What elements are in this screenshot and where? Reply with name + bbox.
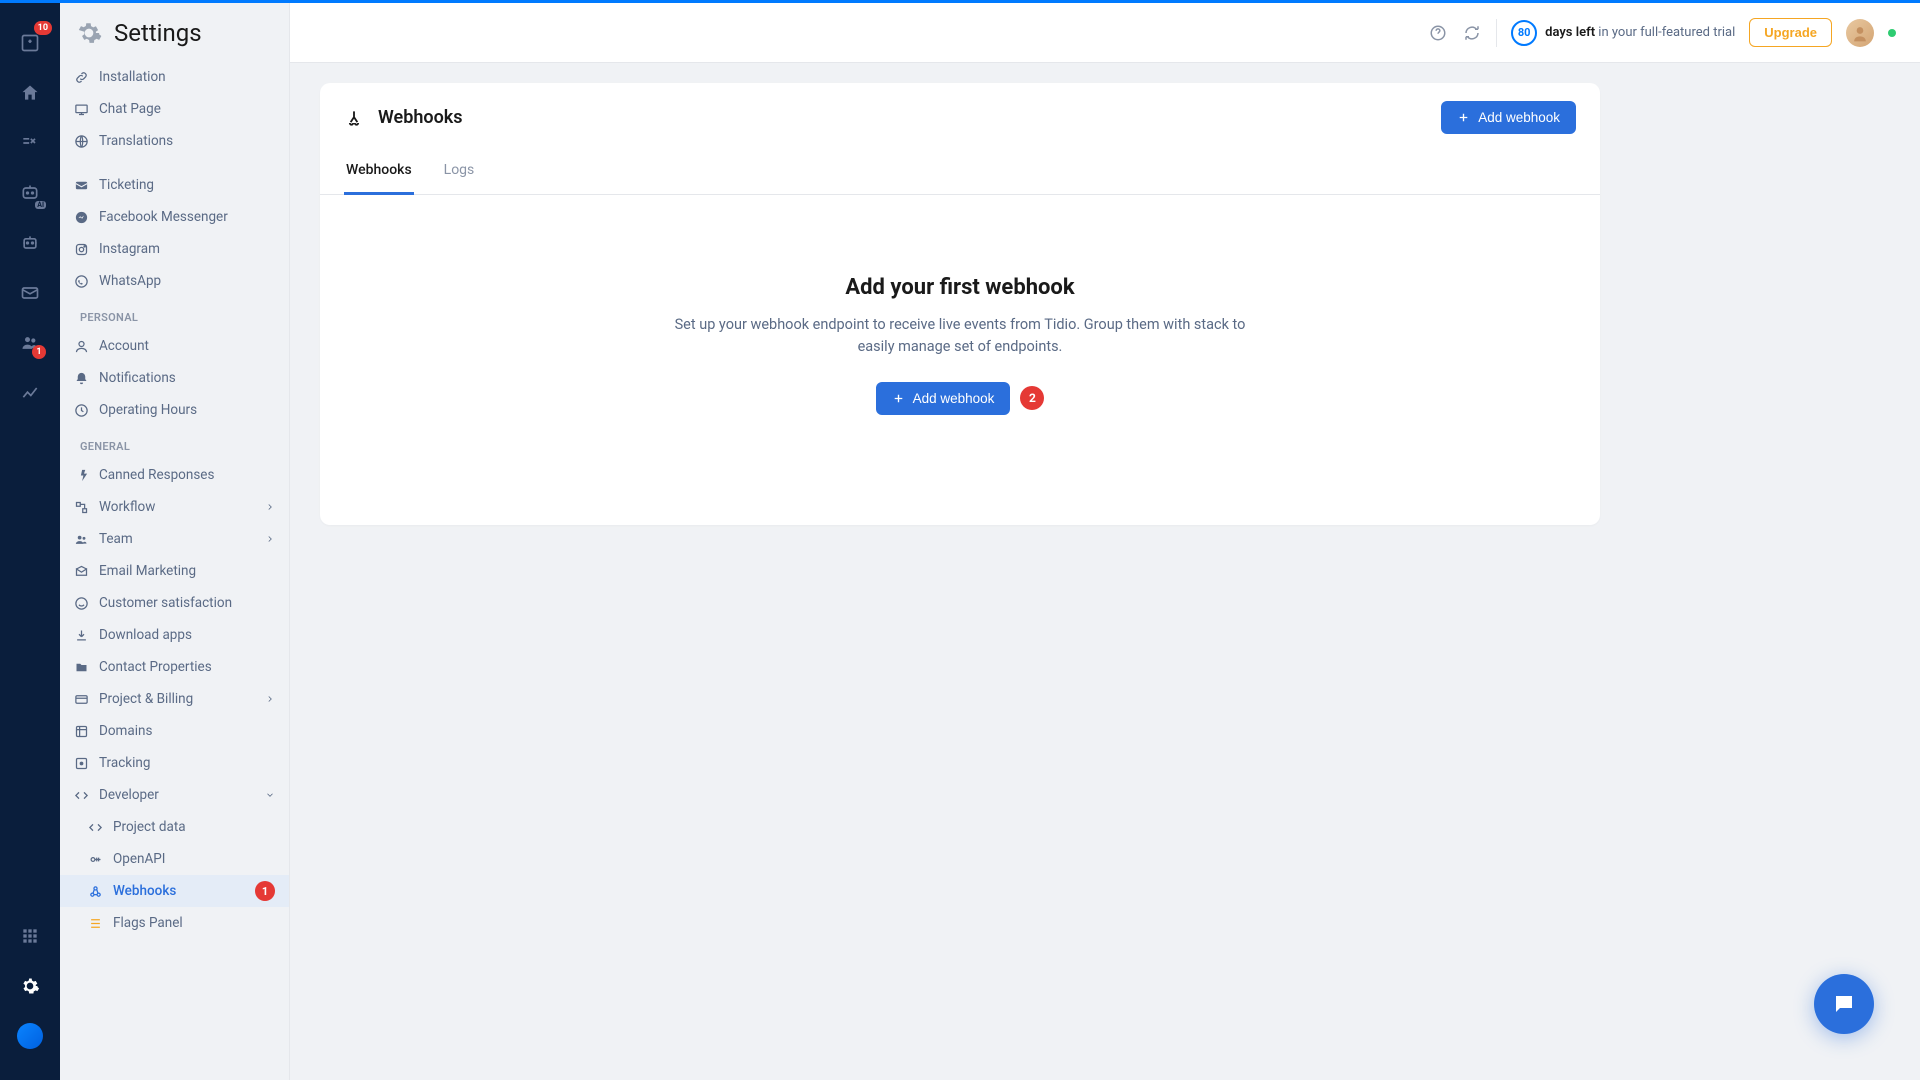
rail-bot-icon[interactable] <box>10 223 50 263</box>
tab-logs[interactable]: Logs <box>442 152 477 195</box>
rail-settings-icon[interactable] <box>10 966 50 1006</box>
rail-chatbot-icon[interactable]: AI <box>10 173 50 213</box>
rail-analytics-icon[interactable] <box>10 373 50 413</box>
sidebar-item-instagram[interactable]: Instagram <box>60 233 289 265</box>
chevron-right-icon <box>265 502 275 512</box>
empty-state: Add your first webhook Set up your webho… <box>320 195 1600 525</box>
sidebar-item-csat[interactable]: Customer satisfaction <box>60 587 289 619</box>
sidebar-item-messenger[interactable]: Facebook Messenger <box>60 201 289 233</box>
card-title: Webhooks <box>378 107 463 128</box>
rail-home-icon[interactable] <box>10 73 50 113</box>
sidebar-item-project-data[interactable]: Project data <box>60 811 289 843</box>
icon-rail: 10 AI 1 <box>0 3 60 1080</box>
chevron-right-icon <box>265 534 275 544</box>
sidebar-item-developer[interactable]: Developer <box>60 779 289 811</box>
webhook-icon <box>344 108 364 128</box>
add-webhook-header-button[interactable]: Add webhook <box>1441 101 1576 134</box>
help-icon[interactable] <box>1428 23 1448 43</box>
sidebar-item-tracking[interactable]: Tracking <box>60 747 289 779</box>
topbar: 80 days left in your full-featured trial… <box>290 3 1920 63</box>
step-badge-2: 2 <box>1020 386 1044 410</box>
chevron-down-icon <box>265 790 275 800</box>
chat-fab[interactable] <box>1814 974 1874 1034</box>
sidebar-item-notifications[interactable]: Notifications <box>60 362 289 394</box>
rail-apps-icon[interactable] <box>10 916 50 956</box>
sidebar-item-canned[interactable]: Canned Responses <box>60 459 289 491</box>
settings-sidebar: Settings Installation Chat Page Translat… <box>60 3 290 1080</box>
rail-inbox-icon[interactable]: 10 <box>10 23 50 63</box>
rail-inbox-badge: 10 <box>34 21 52 35</box>
sidebar-item-chat-page[interactable]: Chat Page <box>60 93 289 125</box>
sidebar-item-ticketing[interactable]: Ticketing <box>60 169 289 201</box>
sidebar-item-contact-props[interactable]: Contact Properties <box>60 651 289 683</box>
chevron-right-icon <box>265 694 275 704</box>
tab-webhooks[interactable]: Webhooks <box>344 152 414 195</box>
section-general-label: GENERAL <box>60 426 289 459</box>
webhooks-card: Webhooks Add webhook Webhooks Logs Add y… <box>320 83 1600 525</box>
sidebar-item-team[interactable]: Team <box>60 523 289 555</box>
gear-icon <box>76 20 102 46</box>
sidebar-item-whatsapp[interactable]: WhatsApp <box>60 265 289 297</box>
empty-title: Add your first webhook <box>360 275 1560 300</box>
sidebar-item-billing[interactable]: Project & Billing <box>60 683 289 715</box>
webhooks-badge: 1 <box>255 881 275 901</box>
settings-header: Settings <box>60 3 289 61</box>
avatar[interactable] <box>1846 19 1874 47</box>
rail-mail-icon[interactable] <box>10 273 50 313</box>
sidebar-item-flags[interactable]: Flags Panel <box>60 907 289 939</box>
topbar-divider <box>1496 19 1497 47</box>
rail-contacts-icon[interactable]: 1 <box>10 323 50 363</box>
trial-info: 80 days left in your full-featured trial <box>1511 20 1735 46</box>
rail-logo-icon[interactable] <box>10 1016 50 1056</box>
days-left-badge: 80 <box>1511 20 1537 46</box>
sidebar-item-translations[interactable]: Translations <box>60 125 289 157</box>
sidebar-item-operating-hours[interactable]: Operating Hours <box>60 394 289 426</box>
section-personal-label: PERSONAL <box>60 297 289 330</box>
sidebar-item-workflow[interactable]: Workflow <box>60 491 289 523</box>
add-webhook-empty-button[interactable]: Add webhook <box>876 382 1011 415</box>
sidebar-item-download[interactable]: Download apps <box>60 619 289 651</box>
plus-icon <box>892 392 905 405</box>
refresh-icon[interactable] <box>1462 23 1482 43</box>
upgrade-button[interactable]: Upgrade <box>1749 18 1832 47</box>
sidebar-item-account[interactable]: Account <box>60 330 289 362</box>
sidebar-item-openapi[interactable]: OpenAPI <box>60 843 289 875</box>
sidebar-item-domains[interactable]: Domains <box>60 715 289 747</box>
empty-desc: Set up your webhook endpoint to receive … <box>660 314 1260 358</box>
sidebar-item-webhooks[interactable]: Webhooks1 <box>60 875 289 907</box>
plus-icon <box>1457 111 1470 124</box>
chat-icon <box>1832 992 1856 1016</box>
rail-flows-icon[interactable] <box>10 123 50 163</box>
tabs: Webhooks Logs <box>320 152 1600 195</box>
sidebar-item-installation[interactable]: Installation <box>60 61 289 93</box>
sidebar-item-email-marketing[interactable]: Email Marketing <box>60 555 289 587</box>
page-title: Settings <box>114 19 202 47</box>
presence-indicator <box>1888 29 1896 37</box>
rail-contacts-badge: 1 <box>32 345 46 359</box>
main: 80 days left in your full-featured trial… <box>290 3 1920 1080</box>
